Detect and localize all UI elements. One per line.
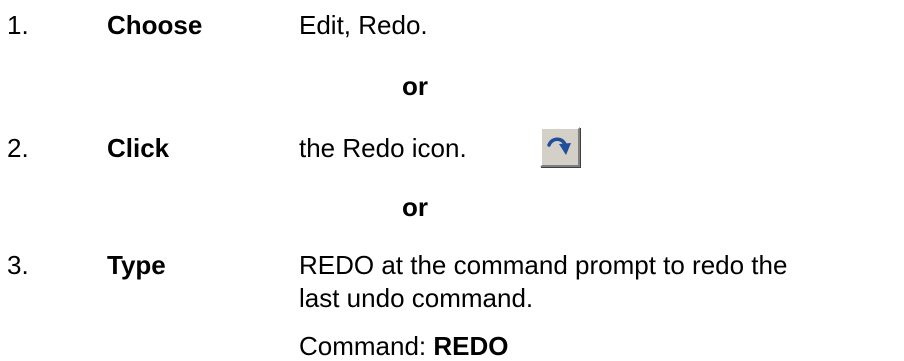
step-3-number: 3. (7, 250, 29, 280)
step-3-text-line-1: REDO at the command prompt to redo the (299, 250, 788, 280)
separator-or-2: or (402, 192, 428, 222)
step-1-verb: Choose (107, 10, 203, 40)
step-1-text: Edit, Redo. (299, 10, 428, 40)
command-value: REDO (433, 331, 509, 361)
step-2-verb: Click (107, 133, 170, 163)
command-prefix: Command: (299, 331, 434, 361)
redo-icon[interactable] (540, 127, 580, 167)
step-2-number: 2. (7, 133, 29, 163)
redo-arrow-icon (547, 137, 571, 155)
separator-or-1: or (402, 71, 428, 101)
step-3-text-line-2: last undo command. (299, 283, 534, 313)
command-line: Command: REDO (299, 331, 509, 361)
step-2-text: the Redo icon. (299, 133, 467, 163)
step-1-number: 1. (7, 10, 29, 40)
step-3-verb: Type (107, 250, 166, 280)
